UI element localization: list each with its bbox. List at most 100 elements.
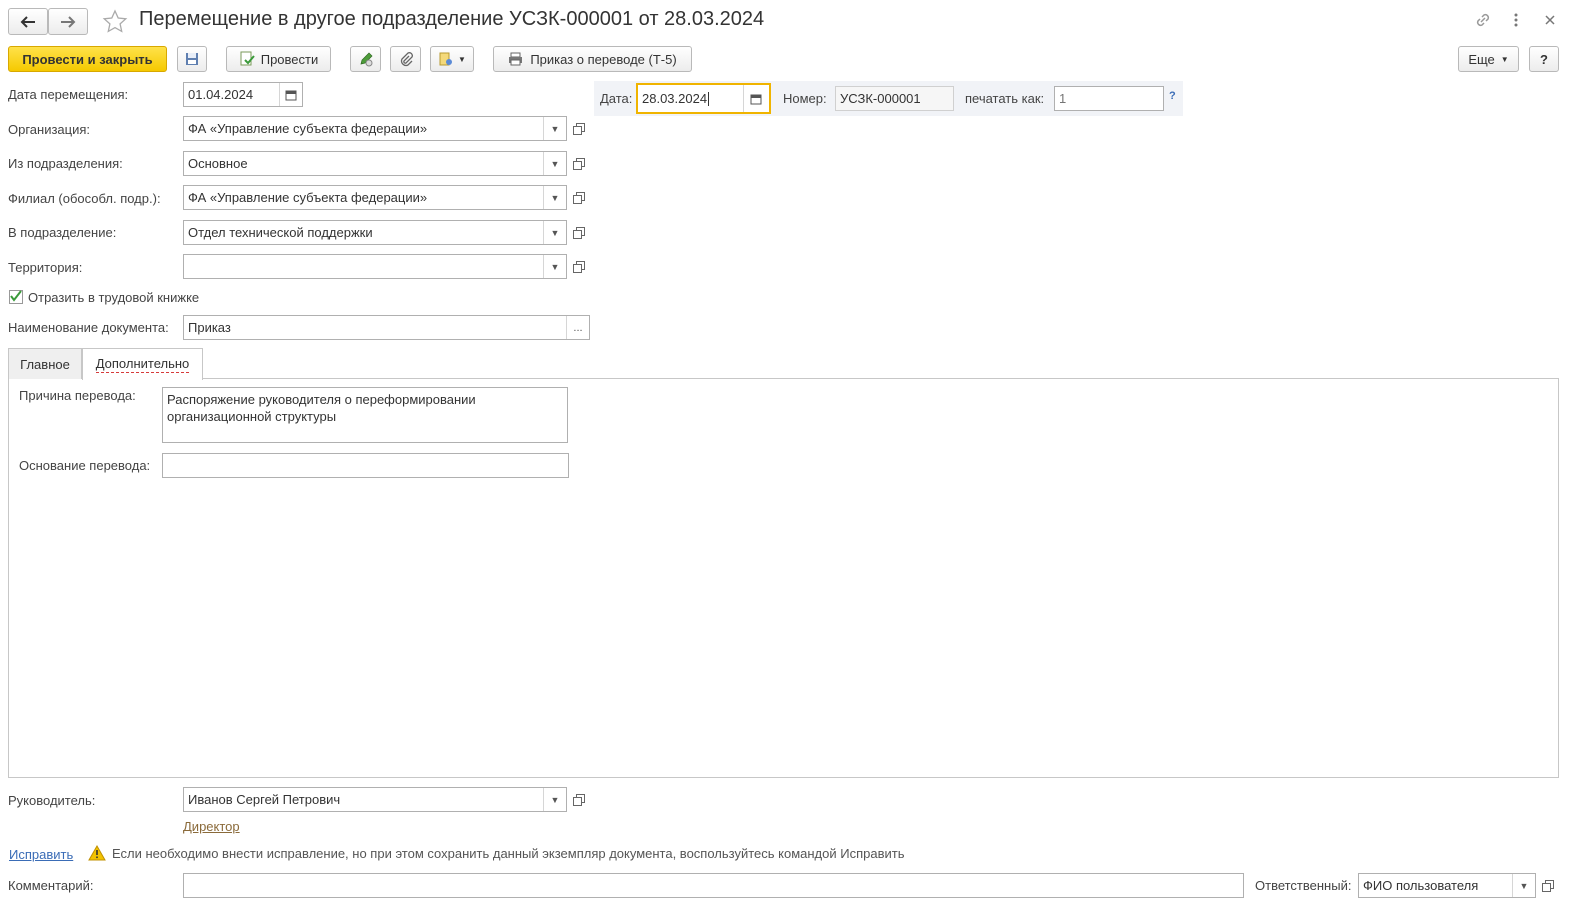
help-hint-icon[interactable]: ? (1169, 90, 1176, 102)
territory-field[interactable]: ▼ (183, 254, 567, 279)
create-based-on-button[interactable]: ▼ (430, 46, 474, 72)
organization-field[interactable]: ФА «Управление субъекта федерации» ▼ (183, 116, 567, 141)
open-icon (572, 227, 585, 239)
from-dept-value: Основное (188, 156, 248, 171)
star-icon (102, 9, 128, 33)
reason-label: Причина перевода: (19, 388, 136, 403)
post-and-close-button[interactable]: Провести и закрыть (8, 46, 167, 72)
open-branch-button[interactable] (567, 185, 589, 210)
dropdown-arrow-icon[interactable]: ▼ (543, 152, 566, 175)
doc-name-label: Наименование документа: (8, 320, 169, 335)
paperclip-icon (400, 52, 413, 67)
dropdown-arrow-icon[interactable]: ▼ (543, 255, 566, 278)
warning-icon (88, 844, 106, 861)
responsible-field[interactable]: ФИО пользователя ▼ (1358, 873, 1536, 898)
calendar-icon[interactable] (279, 83, 302, 106)
move-date-label: Дата перемещения: (8, 87, 129, 102)
tab-additional-label: Дополнительно (95, 356, 190, 373)
to-dept-label: В подразделение: (8, 225, 117, 240)
workbook-checkbox[interactable] (9, 290, 23, 304)
print-as-input[interactable] (1054, 86, 1164, 111)
date-field[interactable]: 28.03.2024 (636, 83, 771, 114)
fix-link[interactable]: Исправить (9, 847, 73, 862)
chevron-down-icon: ▼ (458, 54, 466, 64)
window-title: Перемещение в другое подразделение УСЗК-… (139, 8, 765, 30)
open-territory-button[interactable] (567, 254, 589, 279)
dropdown-arrow-icon[interactable]: ▼ (543, 221, 566, 244)
checkmark-icon (10, 290, 22, 302)
branch-label: Филиал (обособл. подр.): (8, 191, 161, 206)
date-label: Дата: (600, 91, 633, 106)
post-button[interactable]: Провести (226, 46, 331, 72)
open-from-dept-button[interactable] (567, 151, 589, 176)
back-button[interactable] (8, 8, 48, 35)
manager-field[interactable]: Иванов Сергей Петрович ▼ (183, 787, 567, 812)
responsible-label: Ответственный: (1255, 878, 1352, 893)
manager-label: Руководитель: (8, 793, 96, 808)
tab-main[interactable]: Главное (8, 348, 82, 379)
open-icon (572, 123, 585, 135)
workbook-label[interactable]: Отразить в трудовой книжке (28, 290, 199, 305)
post-button-label: Провести (260, 51, 319, 67)
manager-position-link[interactable]: Директор (183, 819, 240, 834)
chevron-down-icon: ▼ (1500, 54, 1509, 64)
date-value: 28.03.2024 (642, 91, 708, 106)
more-button[interactable]: Еще ▼ (1458, 46, 1519, 72)
forward-button[interactable] (48, 8, 88, 35)
branch-field[interactable]: ФА «Управление субъекта федерации» ▼ (183, 185, 567, 210)
open-manager-button[interactable] (567, 787, 589, 812)
dropdown-arrow-icon[interactable]: ▼ (543, 117, 566, 140)
post-doc-icon (240, 51, 255, 66)
attach-button[interactable] (390, 46, 421, 72)
print-order-button[interactable]: Приказ о переводе (Т-5) (493, 46, 692, 72)
help-button[interactable]: ? (1529, 46, 1559, 72)
open-icon (572, 794, 585, 806)
dropdown-arrow-icon[interactable]: ▼ (1512, 874, 1535, 897)
calendar-icon[interactable] (743, 85, 767, 112)
open-icon (572, 261, 585, 273)
comment-label: Комментарий: (8, 878, 94, 893)
more-label: Еще (1468, 51, 1495, 67)
printer-icon (509, 52, 523, 66)
link-icon[interactable] (1473, 10, 1493, 30)
save-icon (186, 53, 198, 65)
pen-icon (360, 52, 372, 67)
doc-name-field[interactable]: Приказ ... (183, 315, 590, 340)
comment-field[interactable] (183, 873, 1244, 898)
open-organization-button[interactable] (567, 116, 589, 141)
select-button[interactable]: ... (566, 316, 589, 339)
dropdown-arrow-icon[interactable]: ▼ (543, 788, 566, 811)
number-label: Номер: (783, 91, 827, 106)
organization-label: Организация: (8, 122, 91, 137)
open-to-dept-button[interactable] (567, 220, 589, 245)
move-date-value: 01.04.2024 (188, 87, 254, 102)
basis-field[interactable] (162, 453, 569, 478)
from-dept-field[interactable]: Основное ▼ (183, 151, 567, 176)
to-dept-field[interactable]: Отдел технической поддержки ▼ (183, 220, 567, 245)
reason-textarea[interactable]: Распоряжение руководителя о переформиров… (162, 387, 568, 443)
arrow-right-icon (61, 15, 76, 28)
territory-label: Территория: (8, 260, 83, 275)
print-order-label: Приказ о переводе (Т-5) (530, 51, 677, 67)
more-vertical-icon[interactable] (1508, 10, 1524, 30)
close-icon[interactable] (1541, 11, 1559, 29)
edit-movements-button[interactable] (350, 46, 381, 72)
open-responsible-button[interactable] (1536, 873, 1558, 898)
dropdown-arrow-icon[interactable]: ▼ (543, 186, 566, 209)
tab-additional[interactable]: Дополнительно (82, 348, 203, 380)
number-field[interactable]: УСЗК-000001 (835, 86, 954, 111)
favorite-button[interactable] (102, 9, 128, 35)
move-date-field[interactable]: 01.04.2024 (183, 82, 303, 107)
doc-name-value: Приказ (188, 320, 231, 335)
save-button[interactable] (177, 46, 207, 72)
open-icon (572, 192, 585, 204)
from-dept-label: Из подразделения: (8, 156, 123, 171)
create-based-icon (439, 52, 453, 66)
open-icon (572, 158, 585, 170)
responsible-value: ФИО пользователя (1363, 878, 1479, 893)
warning-text: Если необходимо внести исправление, но п… (112, 846, 905, 861)
basis-label: Основание перевода: (19, 458, 151, 473)
to-dept-value: Отдел технической поддержки (188, 225, 373, 240)
branch-value: ФА «Управление субъекта федерации» (188, 190, 428, 205)
number-value: УСЗК-000001 (840, 91, 921, 106)
